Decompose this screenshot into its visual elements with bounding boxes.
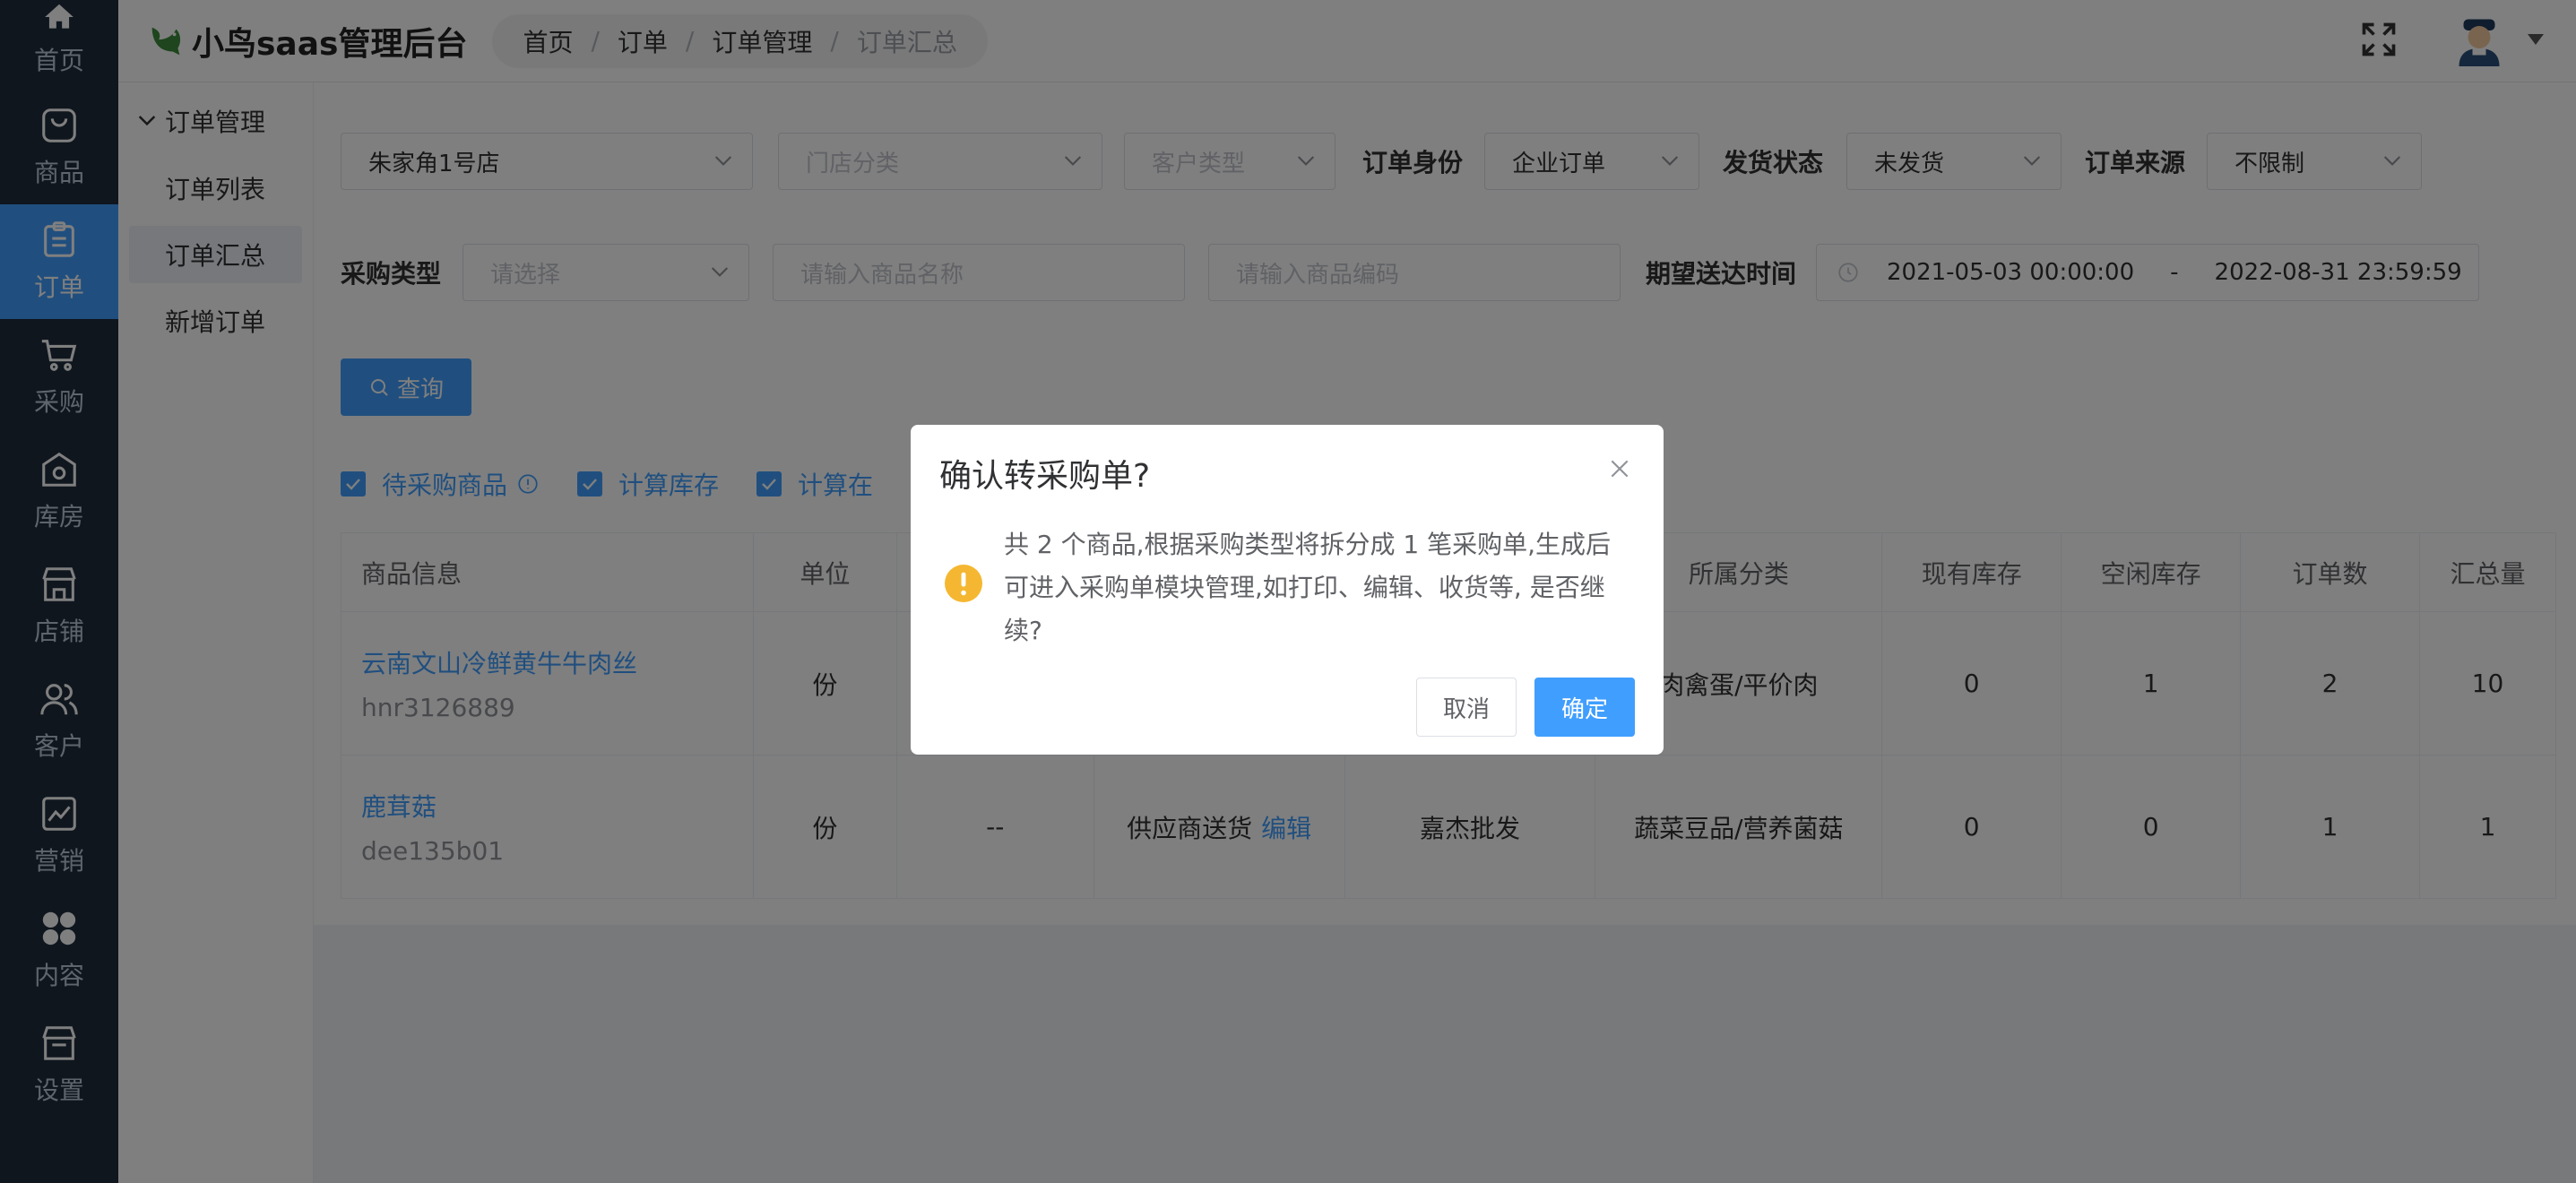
dialog-title: 确认转采购单?: [939, 458, 1151, 495]
confirm-button[interactable]: 确定: [1534, 678, 1635, 737]
cancel-button[interactable]: 取消: [1416, 678, 1517, 737]
warning-icon: [945, 565, 982, 602]
close-icon[interactable]: [1608, 457, 1631, 480]
dialog-message: 共 2 个商品,根据采购类型将拆分成 1 笔采购单,生成后可进入采购单模块管理,…: [1004, 530, 1612, 645]
confirm-dialog: 确认转采购单? 共 2 个商品,根据采购类型将拆分成 1 笔采购单,生成后可进入…: [911, 425, 1664, 755]
